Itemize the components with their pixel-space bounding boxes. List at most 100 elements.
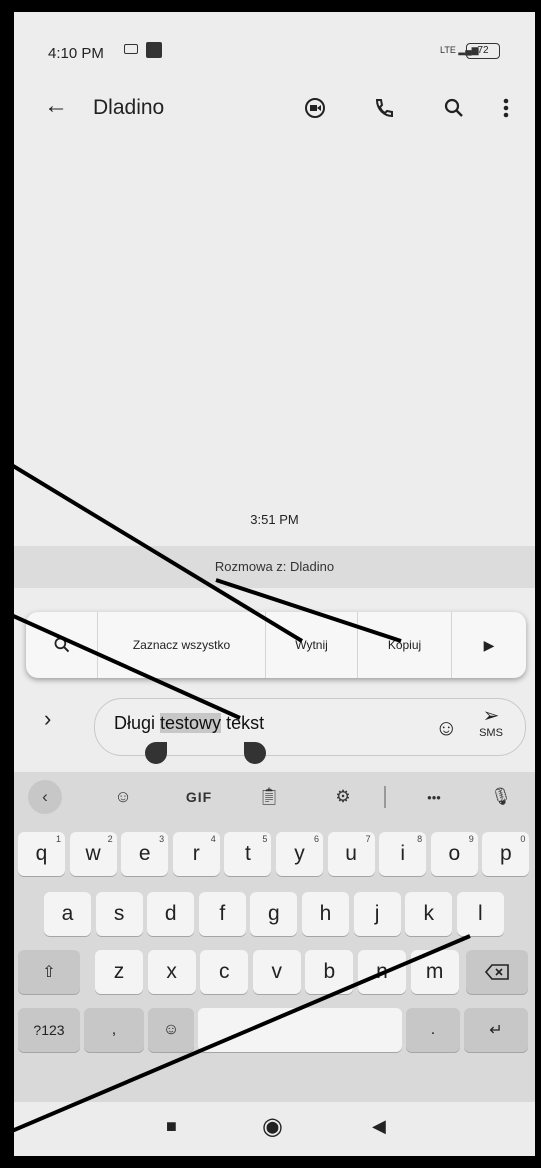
key-f[interactable]: f <box>198 892 246 936</box>
keyboard-row-4: ?123 , ☺ . ↵ <box>14 1008 535 1054</box>
status-bar: 4:10 PM LTE ▂▄▆ 72 <box>14 12 535 82</box>
key-number-hint: 4 <box>210 834 216 844</box>
enter-icon: ↵ <box>489 1022 503 1039</box>
status-time: 4:10 PM <box>48 45 104 62</box>
send-label: SMS <box>479 727 503 739</box>
cut-button[interactable]: Wytnij <box>266 612 358 678</box>
emoji-icon[interactable]: ☺ <box>435 715 457 741</box>
emoji-icon: ☺ <box>162 1021 180 1038</box>
phone-screen: 4:10 PM LTE ▂▄▆ 72 ← Dladino 3:51 PM Roz… <box>14 12 535 1156</box>
key-v[interactable]: v <box>252 950 301 994</box>
key-number-hint: 1 <box>55 834 61 844</box>
key-g[interactable]: g <box>250 892 298 936</box>
divider <box>384 786 386 808</box>
key-j[interactable]: j <box>353 892 401 936</box>
keyboard-row-3: ⇧ zxcvbnm <box>14 950 535 996</box>
select-all-button[interactable]: Zaznacz wszystko <box>98 612 266 678</box>
message-timestamp: 3:51 PM <box>250 512 299 527</box>
key-y[interactable]: y6 <box>276 832 323 876</box>
key-q[interactable]: q1 <box>18 832 65 876</box>
key-b[interactable]: b <box>305 950 354 994</box>
key-letter: r <box>192 842 200 865</box>
microphone-icon[interactable]: 🎙︎ <box>484 778 518 816</box>
key-c[interactable]: c <box>200 950 249 994</box>
keyboard-row-2: asdfghjkl <box>14 892 535 938</box>
enter-key[interactable]: ↵ <box>464 1008 528 1052</box>
key-n[interactable]: n <box>358 950 406 994</box>
emoji-key[interactable]: ☺ <box>148 1008 194 1052</box>
key-number-hint: 8 <box>417 834 423 844</box>
key-number-hint: 0 <box>520 834 526 844</box>
sticker-icon[interactable]: ☺ <box>106 778 140 816</box>
key-letter: p <box>500 842 512 865</box>
key-z[interactable]: z <box>95 950 143 994</box>
chevron-right-icon[interactable]: › <box>44 706 51 732</box>
conversation-banner: Rozmowa z: Dladino <box>14 546 535 588</box>
key-letter: o <box>448 842 461 865</box>
key-t[interactable]: t5 <box>224 832 272 876</box>
key-m[interactable]: m <box>410 950 459 994</box>
clipboard-icon[interactable]: 📋︎ <box>252 778 286 816</box>
key-number-hint: 5 <box>262 834 268 844</box>
key-h[interactable]: h <box>302 892 349 936</box>
home-icon[interactable]: ◉ <box>262 1112 283 1141</box>
back-arrow-icon[interactable]: ← <box>44 92 68 120</box>
search-icon <box>54 637 69 653</box>
recents-icon[interactable]: ■ <box>166 1116 177 1137</box>
space-key[interactable] <box>198 1008 402 1052</box>
key-i[interactable]: i8 <box>379 832 427 876</box>
key-o[interactable]: o9 <box>430 832 478 876</box>
key-u[interactable]: u7 <box>327 832 375 876</box>
key-p[interactable]: p0 <box>482 832 530 876</box>
key-number-hint: 2 <box>107 834 113 844</box>
selection-end-handle[interactable] <box>244 742 266 764</box>
device-frame: 4:10 PM LTE ▂▄▆ 72 ← Dladino 3:51 PM Roz… <box>0 0 541 1168</box>
more-tools-button[interactable]: ••• <box>414 778 454 816</box>
comma-key[interactable]: , <box>84 1008 144 1052</box>
upload-notification-icon <box>146 42 162 58</box>
key-letter: q <box>35 842 48 865</box>
text-after-selection: tekst <box>221 713 265 733</box>
backspace-key[interactable] <box>466 950 528 994</box>
keyboard-row-1: q1w2e3r4t5y6u7i8o9p0 <box>14 832 535 878</box>
key-w[interactable]: w2 <box>69 832 117 876</box>
battery-icon: 72 <box>466 43 500 59</box>
send-icon: ➢ <box>482 705 500 727</box>
key-x[interactable]: x <box>147 950 196 994</box>
back-triangle-icon[interactable]: ◀ <box>372 1116 386 1137</box>
toolbar-search-button[interactable] <box>26 612 98 678</box>
chevron-left-icon[interactable]: ‹ <box>28 780 62 814</box>
key-a[interactable]: a <box>44 892 91 936</box>
signal-label: LTE <box>440 45 456 55</box>
key-d[interactable]: d <box>147 892 195 936</box>
backspace-icon <box>484 964 509 980</box>
conversation-title: Dladino <box>93 96 165 119</box>
key-e[interactable]: e3 <box>121 832 169 876</box>
key-number-hint: 6 <box>313 834 319 844</box>
keyboard-notification-icon <box>124 44 138 54</box>
message-text: Długi testowy tekst <box>114 713 264 734</box>
symbols-key[interactable]: ?123 <box>18 1008 80 1052</box>
key-s[interactable]: s <box>95 892 143 936</box>
more-options-icon[interactable] <box>492 94 520 122</box>
gif-button[interactable]: GIF <box>172 778 226 816</box>
shift-key[interactable]: ⇧ <box>18 950 80 994</box>
settings-gear-icon[interactable]: ⚙ <box>326 778 360 816</box>
key-l[interactable]: l <box>456 892 504 936</box>
period-key[interactable]: . <box>406 1008 460 1052</box>
copy-button[interactable]: Kopiuj <box>358 612 452 678</box>
key-number-hint: 9 <box>468 834 474 844</box>
key-number-hint: 3 <box>159 834 165 844</box>
battery-level: 72 <box>477 45 489 56</box>
compose-bar: › Długi testowy tekst ☺ ➢ SMS <box>14 692 535 764</box>
selection-start-handle[interactable] <box>145 742 167 764</box>
video-call-icon[interactable] <box>301 94 329 122</box>
toolbar-more-button[interactable]: ▶ <box>452 612 526 678</box>
send-sms-button[interactable]: ➢ SMS <box>469 705 513 739</box>
selected-text: testowy <box>160 713 222 733</box>
phone-call-icon[interactable] <box>370 94 398 122</box>
key-r[interactable]: r4 <box>172 832 220 876</box>
search-icon[interactable] <box>440 94 468 122</box>
key-k[interactable]: k <box>405 892 453 936</box>
text-selection-toolbar: Zaznacz wszystko Wytnij Kopiuj ▶ <box>26 612 526 678</box>
